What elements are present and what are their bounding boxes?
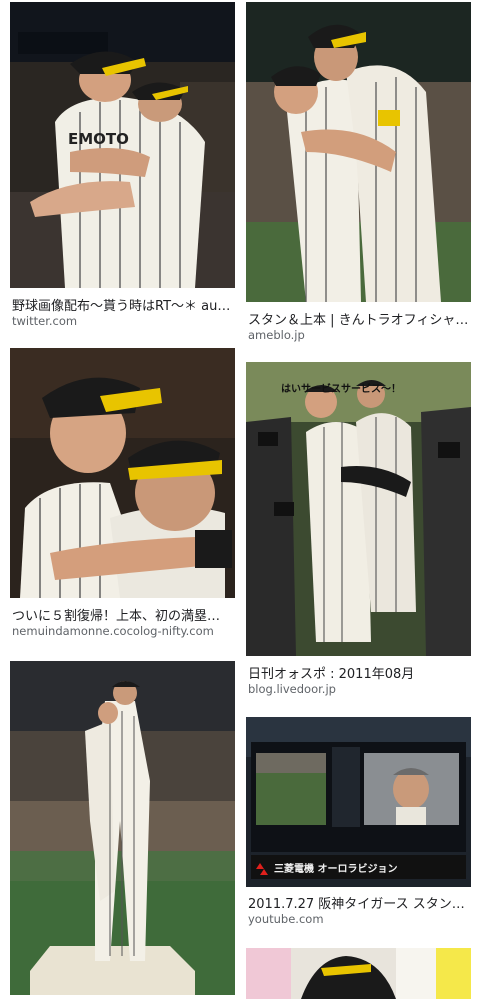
- result-caption[interactable]: スタン＆上本 | きんトラオフィシャ…: [248, 309, 469, 328]
- image-result-card[interactable]: [10, 661, 235, 999]
- image-result-card[interactable]: EMOTO 野球画像配布〜貰う時はRT〜＊ auf… twitter.com: [10, 2, 235, 328]
- result-thumbnail[interactable]: [246, 948, 471, 999]
- result-thumbnail[interactable]: [246, 2, 471, 302]
- handwritten-annotation: はいサービスサービス〜！: [281, 382, 401, 395]
- image-result-card[interactable]: 三菱電機 オーロラビジョン 2011.7.27 阪神タイガース スタン… you…: [246, 717, 471, 932]
- result-source[interactable]: twitter.com: [12, 314, 233, 328]
- jersey-name-text: EMOTO: [68, 130, 129, 148]
- result-caption[interactable]: ついに５割復帰！上本、初の満塁…: [12, 605, 233, 624]
- result-source[interactable]: blog.livedoor.jp: [248, 682, 469, 696]
- image-result-card[interactable]: スタン＆上本 | きんトラオフィシャ… ameblo.jp: [246, 2, 471, 342]
- result-source[interactable]: nemuindamonne.cocolog-nifty.com: [12, 624, 233, 638]
- result-thumbnail[interactable]: [10, 661, 235, 995]
- result-source[interactable]: youtube.com: [248, 912, 469, 926]
- result-thumbnail[interactable]: 三菱電機 オーロラビジョン: [246, 717, 471, 887]
- result-thumbnail[interactable]: [10, 348, 235, 598]
- result-caption[interactable]: 日刊オォスポ : 2011年08月: [248, 663, 469, 682]
- result-thumbnail[interactable]: はいサービスサービス〜！: [246, 362, 471, 656]
- result-source[interactable]: ameblo.jp: [248, 328, 469, 342]
- image-result-card[interactable]: [246, 948, 471, 999]
- image-result-card[interactable]: はいサービスサービス〜！ 日刊オォスポ : 2011年08月 blog.live…: [246, 362, 471, 702]
- result-caption[interactable]: 2011.7.27 阪神タイガース スタン…: [248, 893, 469, 912]
- image-result-card[interactable]: ついに５割復帰！上本、初の満塁… nemuindamonne.cocolog-n…: [10, 348, 235, 643]
- result-caption[interactable]: 野球画像配布〜貰う時はRT〜＊ auf…: [12, 295, 233, 314]
- stadium-sponsor-text: 三菱電機 オーロラビジョン: [274, 862, 397, 875]
- result-thumbnail[interactable]: EMOTO: [10, 2, 235, 288]
